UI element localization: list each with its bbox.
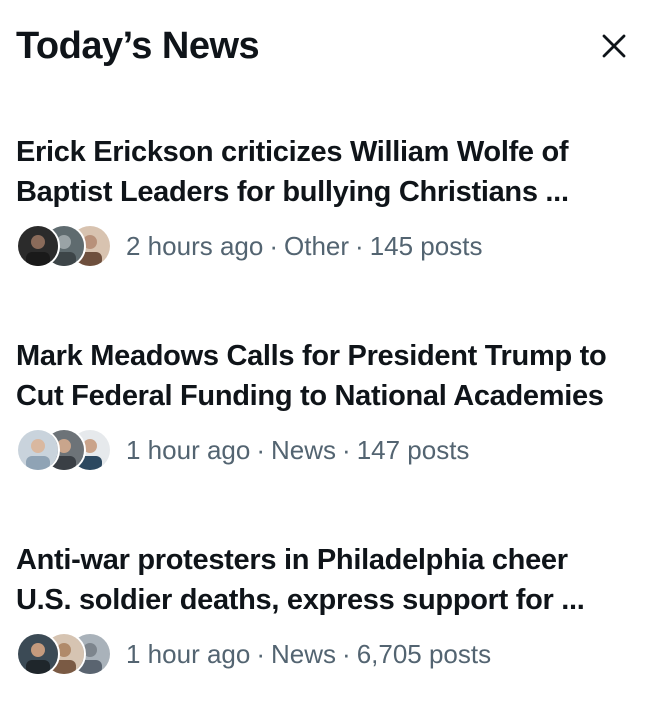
news-story[interactable]: Erick Erickson criticizes William Wolfe … xyxy=(16,132,648,268)
todays-news-panel: Today’s News Erick Erickson criticizes W… xyxy=(0,0,664,714)
meta-separator: · xyxy=(342,435,351,465)
story-meta: 1 hour ago · News · 147 posts xyxy=(16,428,648,472)
meta-separator: · xyxy=(355,231,364,261)
avatar-group xyxy=(16,632,112,676)
avatar xyxy=(16,632,60,676)
close-icon xyxy=(602,34,626,58)
news-story[interactable]: Mark Meadows Calls for President Trump t… xyxy=(16,336,648,472)
meta-separator: · xyxy=(269,231,278,261)
panel-title: Today’s News xyxy=(16,25,260,67)
story-time: 1 hour ago xyxy=(126,435,251,465)
avatar-group xyxy=(16,428,112,472)
meta-separator: · xyxy=(256,435,265,465)
story-title-line: Anti-war protesters in Philadelphia chee… xyxy=(16,544,568,576)
meta-separator: · xyxy=(256,639,265,669)
story-title-line: Mark Meadows Calls for President Trump t… xyxy=(16,340,607,372)
story-title-line: Erick Erickson criticizes William Wolfe … xyxy=(16,136,569,168)
story-post-count: 6,705 posts xyxy=(356,639,492,669)
avatar xyxy=(16,224,60,268)
story-meta: 2 hours ago · Other · 145 posts xyxy=(16,224,648,268)
story-meta-text: 1 hour ago · News · 6,705 posts xyxy=(126,632,491,676)
story-time: 1 hour ago xyxy=(126,639,251,669)
close-button[interactable] xyxy=(596,28,632,64)
avatar-group xyxy=(16,224,112,268)
story-title-line: Cut Federal Funding to National Academie… xyxy=(16,380,604,412)
meta-separator: · xyxy=(342,639,351,669)
story-category: News xyxy=(271,435,337,465)
story-meta: 1 hour ago · News · 6,705 posts xyxy=(16,632,648,676)
news-story[interactable]: Anti-war protesters in Philadelphia chee… xyxy=(16,540,648,676)
avatar xyxy=(16,428,60,472)
story-category: News xyxy=(271,639,337,669)
story-time: 2 hours ago xyxy=(126,231,264,261)
story-post-count: 145 posts xyxy=(369,231,483,261)
story-meta-text: 2 hours ago · Other · 145 posts xyxy=(126,224,482,268)
story-meta-text: 1 hour ago · News · 147 posts xyxy=(126,428,469,472)
story-title-line: U.S. soldier deaths, express support for… xyxy=(16,584,585,616)
story-category: Other xyxy=(284,231,350,261)
story-title-line: Baptist Leaders for bullying Christians … xyxy=(16,176,569,208)
story-post-count: 147 posts xyxy=(356,435,470,465)
panel-header: Today’s News xyxy=(16,20,648,76)
